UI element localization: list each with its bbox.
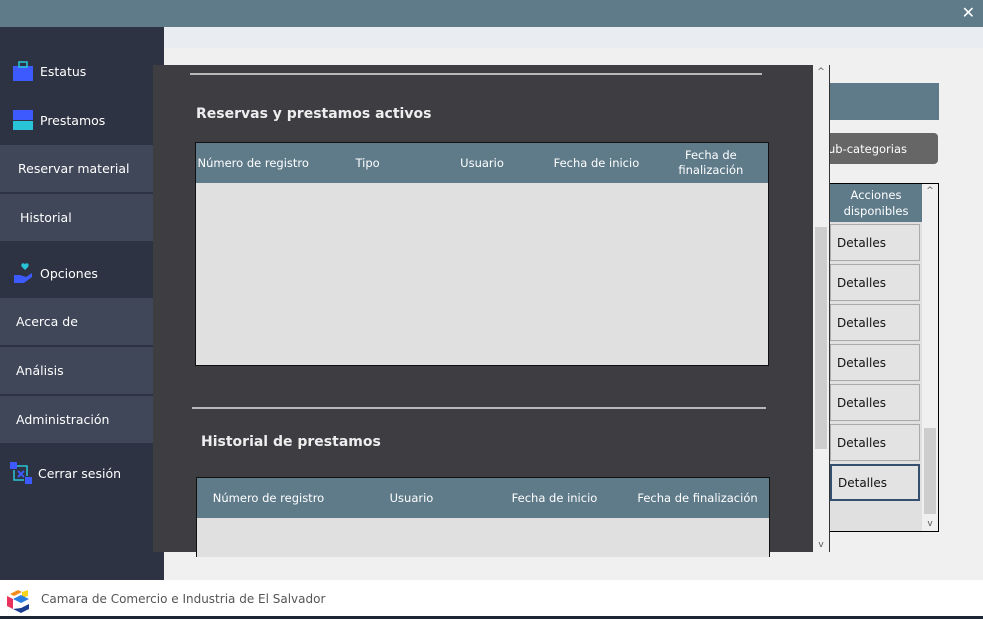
chevron-up-icon[interactable]: ^ [922,186,938,196]
subcategories-button[interactable]: ub-categorias [822,133,938,164]
hand-heart-icon [14,263,32,283]
sidebar-item-cerrar-sesion[interactable]: Cerrar sesión [0,449,153,497]
table-header: Número de registro Tipo Usuario Fecha de… [196,143,768,183]
sidebar-item-label: Historial [20,210,72,225]
logout-swap-icon [10,462,32,484]
sidebar-item-reservar-material[interactable]: Reservar material [0,145,153,193]
active-loans-table: Número de registro Tipo Usuario Fecha de… [195,142,769,366]
close-icon[interactable]: ✕ [962,3,975,22]
details-button[interactable]: Detalles [830,384,920,421]
divider [190,73,762,75]
sidebar-item-estatus[interactable]: Estatus [0,47,153,95]
scroll-thumb[interactable] [924,428,936,514]
column-header[interactable]: Número de registro [196,143,310,183]
sidebar-item-label: Estatus [40,63,87,79]
column-header[interactable]: Tipo [310,143,424,183]
details-button[interactable]: Detalles [830,304,920,341]
history-title: Historial de prestamos [201,434,381,450]
sidebar-item-prestamos[interactable]: Prestamos [0,96,153,144]
sidebar-item-label: Acerca de [16,314,78,329]
drawer-icon [13,110,33,130]
chevron-down-icon[interactable]: v [813,540,829,550]
panel-scrollbar[interactable]: ^ v [813,65,830,552]
subcategories-label: ub-categorias [828,141,907,156]
details-button[interactable]: Detalles [830,264,920,301]
organization-name: Camara de Comercio e Industria de El Sal… [41,592,326,606]
briefcase-icon [13,61,33,81]
sidebar-item-label: Reservar material [18,161,130,176]
details-button[interactable]: Detalles [830,464,920,501]
loans-panel: Reservas y prestamos activos Número de r… [153,65,813,557]
column-header[interactable]: Usuario [340,478,483,518]
column-header[interactable]: Fecha de finalización [654,143,768,183]
sidebar-item-label: Cerrar sesión [38,465,122,481]
chevron-down-icon[interactable]: v [922,519,938,529]
column-header[interactable]: Fecha de finalización [626,478,769,518]
sidebar-item-label: Prestamos [40,112,106,128]
actions-table: Acciones disponibles Detalles Detalles D… [829,183,939,532]
details-button[interactable]: Detalles [830,224,920,261]
sidebar-item-opciones[interactable]: Opciones [0,249,153,297]
scroll-thumb[interactable] [815,227,827,449]
details-button[interactable]: Detalles [830,344,920,381]
table-header: Número de registro Usuario Fecha de inic… [197,478,769,518]
column-header[interactable]: Usuario [425,143,539,183]
divider [192,407,766,409]
sidebar-item-acerca-de[interactable]: Acerca de [0,298,153,346]
details-button[interactable]: Detalles [830,424,920,461]
footer: Camara de Comercio e Industria de El Sal… [0,580,983,619]
sidebar-item-label: Administración [16,412,110,427]
column-header[interactable]: Fecha de inicio [539,143,653,183]
sidebar-item-label: Análisis [16,363,64,378]
column-header[interactable]: Número de registro [197,478,340,518]
actions-header: Acciones disponibles [830,184,922,222]
sidebar: Estatus Prestamos Reservar material Hist… [0,27,164,580]
sidebar-item-historial[interactable]: Historial [0,194,153,242]
title-bar: ✕ [0,0,983,27]
sidebar-item-label: Opciones [40,265,98,281]
sidebar-item-administracion[interactable]: Administración [0,396,153,444]
actions-scrollbar[interactable]: ^ v [922,184,938,531]
sidebar-item-analisis[interactable]: Análisis [0,347,153,395]
top-band [164,27,983,48]
column-header[interactable]: Fecha de inicio [483,478,626,518]
header-bar [830,83,939,120]
chevron-up-icon[interactable]: ^ [813,67,829,77]
history-table: Número de registro Usuario Fecha de inic… [196,477,770,557]
organization-logo [7,590,29,613]
active-loans-title: Reservas y prestamos activos [196,106,432,122]
